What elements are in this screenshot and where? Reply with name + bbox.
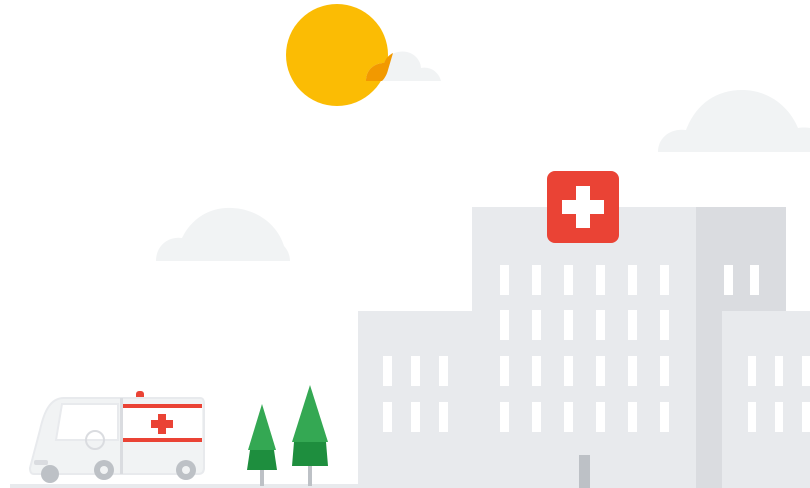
building-window xyxy=(628,402,637,432)
building-window xyxy=(411,402,420,432)
building-window xyxy=(596,265,605,295)
building-window xyxy=(596,402,605,432)
building-window xyxy=(775,402,783,432)
ground-line xyxy=(10,484,370,488)
building-window xyxy=(500,265,509,295)
building-window xyxy=(411,356,420,386)
building-window xyxy=(628,310,637,340)
building-window xyxy=(532,265,541,295)
ambulance-icon xyxy=(28,391,205,483)
building-window xyxy=(500,310,509,340)
medical-cross-icon xyxy=(547,171,619,243)
building-window xyxy=(564,265,573,295)
building-window xyxy=(564,402,573,432)
building-window xyxy=(660,402,669,432)
building-window xyxy=(596,310,605,340)
building-window xyxy=(802,356,810,386)
hospital-scene xyxy=(10,4,810,488)
building-window xyxy=(748,402,756,432)
building-window xyxy=(564,310,573,340)
building-window xyxy=(748,356,756,386)
cloud-icon xyxy=(156,207,290,261)
building-window xyxy=(532,310,541,340)
building-window xyxy=(500,402,509,432)
building-window xyxy=(660,310,669,340)
building-window xyxy=(724,265,733,295)
building-window xyxy=(439,356,448,386)
building-window xyxy=(383,402,392,432)
building-window xyxy=(500,356,509,386)
building-window xyxy=(383,356,392,386)
building-window xyxy=(660,265,669,295)
tree-icon xyxy=(247,404,277,486)
building-window xyxy=(532,356,541,386)
building-window xyxy=(660,356,669,386)
tree-icon xyxy=(292,385,328,486)
building-window xyxy=(802,402,810,432)
building-window xyxy=(532,402,541,432)
building-window xyxy=(628,356,637,386)
building-window xyxy=(596,356,605,386)
building-window xyxy=(564,356,573,386)
building-window xyxy=(775,356,783,386)
cloud-icon xyxy=(658,90,810,152)
building-window xyxy=(750,265,759,295)
building-window xyxy=(628,265,637,295)
hospital-building-icon xyxy=(358,207,810,488)
building-window xyxy=(439,402,448,432)
sun-icon xyxy=(286,4,388,109)
